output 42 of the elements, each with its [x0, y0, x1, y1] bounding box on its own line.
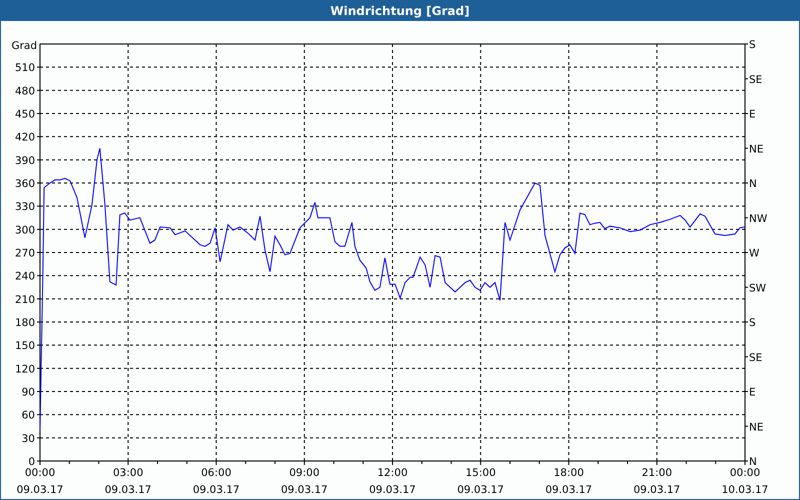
window-title: Windrichtung [Grad]: [330, 3, 470, 20]
x-axis-label: 06:00 09.03.17: [192, 467, 240, 496]
x-axis-label: 00:00 10.03.17: [722, 467, 768, 496]
y-axis-label: 180: [14, 317, 35, 329]
y-axis-label: 330: [14, 201, 35, 214]
direction-label: NE: [749, 143, 764, 156]
direction-label: N: [749, 456, 757, 468]
y-axis-label: 420: [14, 132, 35, 144]
y-axis-label: 240: [14, 270, 35, 283]
y-axis-label: 270: [14, 248, 35, 260]
y-axis-label: 90: [22, 386, 35, 398]
x-axis-label: 12:00 09.03.17: [369, 467, 416, 496]
direction-label: NW: [749, 212, 768, 225]
x-axis-label: 15:00 09.03.17: [457, 467, 504, 496]
y-axis-title: Grad: [11, 40, 37, 52]
y-axis-label: 480: [14, 85, 35, 98]
x-axis-label: 00:00 09.03.17: [16, 467, 64, 496]
y-axis-label: 30: [22, 432, 35, 445]
x-axis-label: 09:00 09.03.17: [281, 467, 328, 496]
y-axis-label: 510: [14, 62, 35, 74]
direction-label: SE: [749, 74, 762, 86]
y-axis-label: 360: [14, 178, 35, 190]
y-axis-label: 120: [14, 363, 35, 376]
x-axis-label: 18:00 09.03.17: [545, 467, 592, 496]
direction-label: E: [749, 386, 756, 398]
x-axis-label: 21:00 09.03.17: [634, 467, 680, 496]
y-axis-label: 450: [14, 108, 35, 120]
y-axis-label: 300: [14, 224, 35, 236]
y-axis-label: 210: [14, 294, 35, 306]
direction-label: S: [749, 317, 756, 329]
direction-label: SE: [749, 352, 762, 364]
direction-label: N: [749, 178, 757, 190]
y-axis-label: 150: [14, 340, 35, 352]
direction-label: S: [749, 39, 756, 51]
y-axis-label: 0: [28, 456, 35, 468]
direction-label: E: [749, 108, 756, 120]
direction-label: SW: [749, 282, 766, 294]
y-axis-label: 390: [14, 154, 35, 167]
direction-label: NE: [749, 421, 764, 434]
direction-label: W: [749, 248, 760, 260]
x-axis-label: 03:00 09.03.17: [104, 467, 152, 496]
y-axis-label: 60: [22, 410, 35, 422]
